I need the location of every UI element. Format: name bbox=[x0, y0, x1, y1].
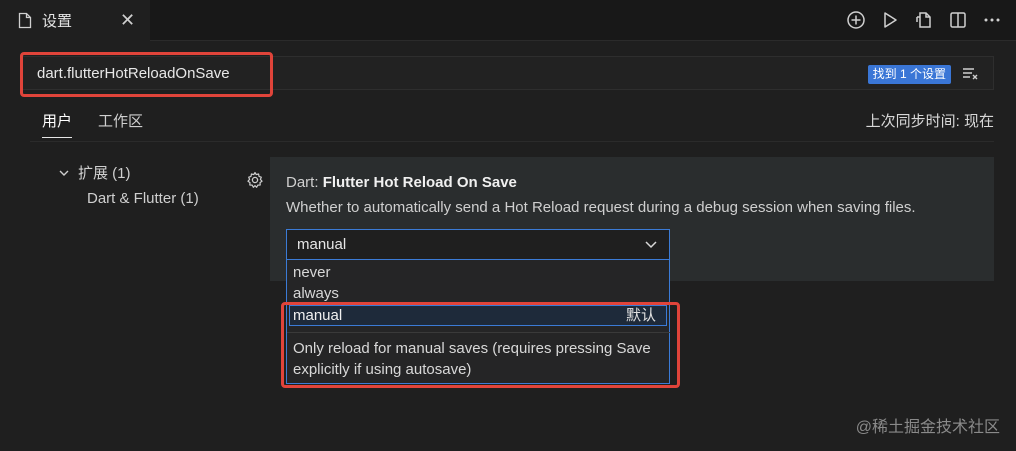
run-icon[interactable] bbox=[878, 8, 902, 32]
open-json-icon[interactable] bbox=[912, 8, 936, 32]
gear-icon[interactable] bbox=[246, 171, 264, 189]
close-icon[interactable]: ✕ bbox=[120, 10, 135, 30]
tab-settings[interactable]: 设置 ✕ bbox=[0, 0, 150, 41]
toc-group-label: 扩展 (1) bbox=[78, 165, 131, 182]
divider bbox=[30, 141, 994, 142]
setting-name: Flutter Hot Reload On Save bbox=[322, 174, 517, 191]
tab-title: 设置 bbox=[42, 13, 73, 30]
chevron-down-icon bbox=[645, 241, 657, 249]
add-circle-icon[interactable] bbox=[844, 8, 868, 32]
chevron-down-icon bbox=[59, 170, 69, 176]
tab-user[interactable]: 用户 bbox=[42, 110, 73, 138]
setting-title: Dart: Flutter Hot Reload On Save bbox=[286, 174, 517, 191]
split-editor-icon[interactable] bbox=[946, 8, 970, 32]
dropdown-highlight-box bbox=[281, 302, 680, 388]
result-count-badge: 找到 1 个设置 bbox=[867, 65, 951, 84]
search-highlight-box bbox=[20, 52, 273, 97]
setting-category: Dart: bbox=[286, 174, 323, 191]
watermark: @稀土掘金技术社区 bbox=[855, 419, 1000, 436]
toc-group-extensions[interactable]: 扩展 (1) bbox=[58, 162, 199, 183]
toc-item-dart-flutter[interactable]: Dart & Flutter (1) bbox=[87, 190, 199, 207]
setting-description: Whether to automatically send a Hot Relo… bbox=[286, 199, 916, 216]
editor-actions bbox=[844, 8, 1004, 32]
option-always[interactable]: always bbox=[293, 284, 339, 304]
more-icon[interactable] bbox=[980, 8, 1004, 32]
editor-tab-bar: 设置 ✕ bbox=[0, 0, 1016, 41]
sync-status: 上次同步时间: 现在 bbox=[865, 113, 994, 130]
tab-workspace[interactable]: 工作区 bbox=[98, 110, 143, 138]
file-icon bbox=[18, 12, 32, 29]
option-never[interactable]: never bbox=[293, 263, 331, 283]
select-value: manual bbox=[297, 236, 347, 253]
clear-filter-icon[interactable] bbox=[961, 65, 979, 83]
hot-reload-select[interactable]: manual bbox=[286, 229, 670, 260]
scope-tabs: 用户 工作区 bbox=[42, 110, 143, 138]
settings-toc: 扩展 (1) Dart & Flutter (1) bbox=[58, 162, 199, 207]
